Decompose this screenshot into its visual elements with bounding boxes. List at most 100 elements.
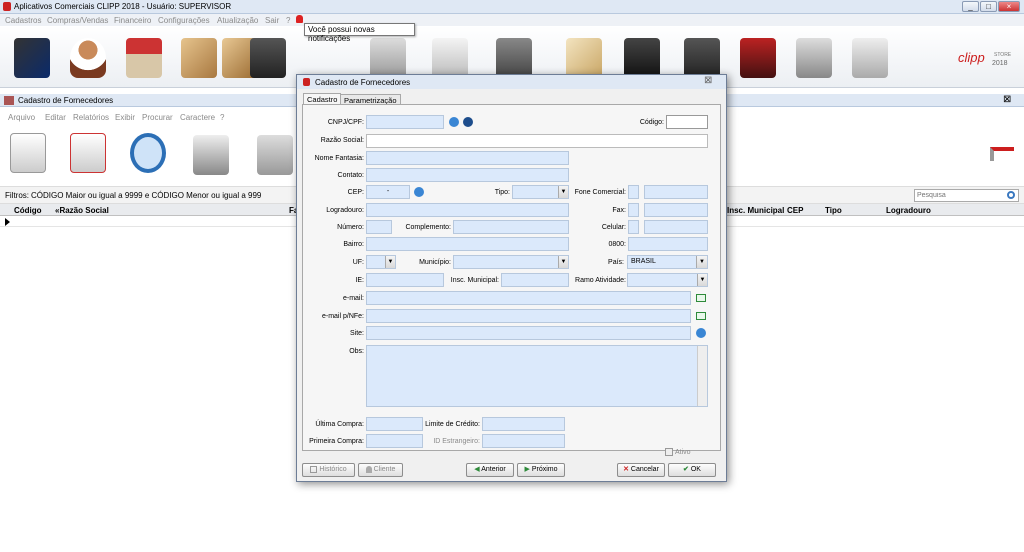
label-uf: UF: [352,259,364,266]
primeira-compra-field[interactable] [366,434,423,448]
cash-register-icon[interactable] [432,38,468,78]
mail-nfe-icon[interactable] [696,312,706,320]
trash-icon[interactable] [257,135,293,175]
menu-editar[interactable]: Editar [45,113,66,122]
col-razao-social[interactable]: «Razão Social [55,206,109,215]
ie-field[interactable] [366,273,444,287]
email-field[interactable] [366,291,691,305]
site-globe-icon[interactable] [696,328,706,338]
fone-comercial-field[interactable] [644,185,708,199]
menu-procurar[interactable]: Procurar [142,113,173,122]
cart-icon[interactable] [370,38,406,78]
cliente-button[interactable]: Cliente [358,463,403,477]
col-cep[interactable]: CEP [787,206,803,215]
obs-textarea[interactable] [366,345,708,407]
close-button[interactable]: × [998,1,1020,12]
book-icon[interactable] [740,38,776,78]
ramo-atividade-select[interactable]: ▼ [627,273,708,287]
new-record-icon[interactable] [10,133,46,173]
menu-arquivo[interactable]: Arquivo [8,113,35,122]
contato-field[interactable] [366,168,569,182]
child-close-icon[interactable]: ⊠ [1003,94,1011,105]
check-icon[interactable] [566,38,602,78]
checkmark-icon: ✔ [683,466,691,473]
numero-field[interactable] [366,220,392,234]
menu-configuracoes[interactable]: Configurações [158,16,210,25]
globe-icon[interactable] [463,117,473,127]
row-pointer-icon [5,218,10,226]
report-icon[interactable] [684,38,720,78]
edit-record-icon[interactable] [70,133,106,173]
insc-municipal-field[interactable] [501,273,569,287]
dialog-close-icon[interactable]: ⊠ [704,75,712,86]
ativo-checkbox[interactable] [665,448,673,456]
label-ramo-atividade: Ramo Atividade: [575,277,626,284]
store-icon[interactable] [126,38,162,78]
menu-financeiro[interactable]: Financeiro [114,16,151,25]
printer-icon[interactable] [193,135,229,175]
ok-button[interactable]: ✔ OK [668,463,716,477]
fax-field[interactable] [644,203,708,217]
limite-credito-field[interactable] [482,417,565,431]
0800-field[interactable] [628,237,708,251]
box-icon[interactable] [181,38,217,78]
cancelar-button[interactable]: ✕ Cancelar [617,463,665,477]
ultima-compra-field[interactable] [366,417,423,431]
menu-help[interactable]: ? [286,16,290,25]
col-tipo[interactable]: Tipo [825,206,842,215]
anterior-button[interactable]: ◀ Anterior [466,463,514,477]
backup-disc-icon[interactable] [852,38,888,78]
menu-exibir[interactable]: Exibir [115,113,135,122]
obs-scrollbar[interactable] [697,346,707,406]
menu-relatorios[interactable]: Relatórios [73,113,109,122]
nome-fantasia-field[interactable] [366,151,569,165]
web-search-icon[interactable] [449,117,459,127]
fax-ddd-field[interactable] [628,203,639,217]
email-nfe-field[interactable] [366,309,691,323]
user-icon[interactable] [70,38,106,78]
cnpj-field[interactable] [366,115,444,129]
tools-icon[interactable] [796,38,832,78]
uf-select[interactable]: ▼ [366,255,396,269]
col-codigo[interactable]: Código [14,206,42,215]
terminal-icon[interactable] [250,38,286,78]
maximize-button[interactable]: □ [980,1,997,12]
pais-chevron-down-icon[interactable]: ▼ [696,256,707,268]
celular-field[interactable] [644,220,708,234]
codigo-field[interactable] [666,115,708,129]
label-nome-fantasia: Nome Fantasia: [314,155,364,162]
menu-caractere[interactable]: Caractere [180,113,215,122]
col-insc-municipal[interactable]: Insc. Municipal [727,206,784,215]
site-field[interactable] [366,326,691,340]
label-ultima-compra: Última Compra: [315,421,364,428]
report-chart-icon[interactable] [14,38,50,78]
menu-child-help[interactable]: ? [220,113,224,122]
menu-atualizacao[interactable]: Atualização [217,16,258,25]
municipio-select[interactable]: ▼ [453,255,569,269]
bairro-field[interactable] [366,237,569,251]
bell-icon[interactable] [296,15,303,23]
safe-icon[interactable] [496,38,532,78]
fone-ddd-field[interactable] [628,185,639,199]
menu-compras-vendas[interactable]: Compras/Vendas [47,16,108,25]
col-logradouro[interactable]: Logradouro [886,206,931,215]
proximo-button[interactable]: ▶ Próximo [517,463,565,477]
cep-search-icon[interactable] [414,187,424,197]
logradouro-field[interactable] [366,203,569,217]
search-glass-icon[interactable] [1007,191,1015,199]
mail-icon[interactable] [696,294,706,302]
id-estrangeiro-field[interactable] [482,434,565,448]
dialog-title: Cadastro de Fornecedores [315,78,411,87]
complemento-field[interactable] [453,220,569,234]
cep-field[interactable]: - [366,185,410,199]
menu-cadastros[interactable]: Cadastros [5,16,41,25]
calculator-icon[interactable] [624,38,660,78]
menu-sair[interactable]: Sair [265,16,279,25]
search-input[interactable] [914,189,1019,202]
celular-ddd-field[interactable] [628,220,639,234]
tipo-select[interactable]: ▼ [512,185,569,199]
search-icon[interactable] [130,133,166,173]
historico-button[interactable]: Histórico [302,463,355,477]
razao-social-field[interactable] [366,134,708,148]
minimize-button[interactable]: _ [962,1,979,12]
